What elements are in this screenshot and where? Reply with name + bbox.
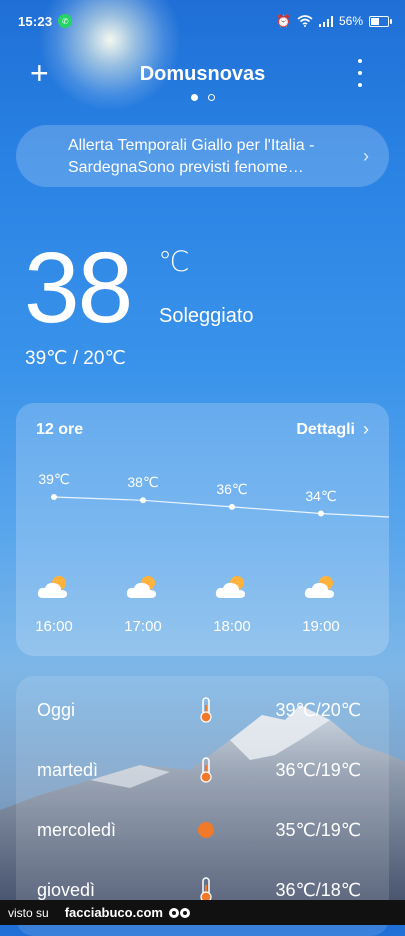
whatsapp-icon: ✆ — [58, 14, 73, 28]
daily-temp-range: 39℃/20℃ — [275, 700, 361, 720]
temperature-unit: ℃ — [158, 246, 190, 277]
daily-temp-range: 36℃/19℃ — [275, 760, 361, 780]
daily-day-name: Oggi — [37, 700, 76, 720]
hourly-forecast-card[interactable]: 12 ore Dettagli › 39℃ 16:00 38℃ 17:00 36℃ 18:… — [16, 403, 389, 656]
partly-cloudy-icon — [37, 576, 67, 598]
watermark-label: visto su — [8, 905, 49, 920]
hourly-time-label: 16:00 — [35, 618, 73, 635]
hourly-temp-point — [51, 494, 57, 500]
alarm-icon: ⏰ — [276, 14, 291, 28]
more-menu-button[interactable] — [357, 59, 363, 87]
daily-row[interactable]: martedì 36℃/19℃ — [16, 756, 389, 786]
city-name: Domusnovas — [139, 63, 266, 85]
hourly-temp-point — [229, 503, 235, 510]
daily-day-name: martedì — [37, 760, 99, 780]
thermometer-icon — [200, 697, 212, 723]
sun-icon — [198, 822, 214, 838]
hourly-temp-label: 38℃ — [127, 474, 159, 491]
daily-temp-range: 36℃/18℃ — [275, 880, 361, 900]
status-bar: 15:23 ✆ ⏰ 56% — [18, 10, 392, 32]
partly-cloudy-icon — [126, 576, 156, 598]
hourly-temp-label: 39℃ — [38, 471, 70, 487]
hourly-temp-point — [140, 497, 146, 504]
daily-temp-range: 35℃/19℃ — [275, 820, 361, 840]
hourly-temp-label: 34℃ — [305, 487, 337, 504]
hourly-time-label: 18:00 — [213, 618, 251, 635]
page-dot-active — [190, 94, 198, 101]
watermark-bar: visto su facciabuco.com — [0, 900, 405, 925]
page-dot-inactive — [207, 94, 215, 101]
daily-day-name: giovedì — [37, 880, 96, 900]
watermark-site: facciabuco.com — [64, 905, 163, 920]
page-indicator — [0, 94, 405, 101]
battery-percent: 56% — [338, 14, 363, 28]
chevron-right-icon: › — [363, 146, 369, 166]
watermark-logo — [168, 907, 190, 918]
hourly-temp-label: 36℃ — [216, 480, 248, 497]
daily-forecast-card[interactable]: Oggi 39℃/20℃ martedì 36℃/19℃ mercoledì 35℃/19… — [16, 676, 389, 936]
current-condition: Soleggiato — [159, 305, 254, 327]
battery-icon — [369, 15, 392, 27]
header: + Domusnovas — [0, 55, 405, 95]
weather-alert-banner[interactable]: Allerta Temporali Giallo per l'Italia - … — [16, 125, 389, 187]
current-temperature: 38 — [24, 232, 133, 344]
wifi-icon — [297, 15, 313, 27]
today-high-low: 39℃ / 20℃ — [25, 348, 126, 369]
alert-text: Allerta Temporali Giallo per l'Italia - … — [68, 137, 315, 176]
partly-cloudy-icon — [304, 576, 334, 598]
hourly-time-label: 19:00 — [302, 618, 340, 635]
partly-cloudy-icon — [215, 576, 245, 598]
signal-icon — [318, 15, 333, 27]
hourly-temp-point — [318, 510, 324, 517]
daily-row[interactable]: Oggi 39℃/20℃ — [16, 696, 389, 726]
daily-day-name: mercoledì — [37, 820, 117, 840]
hourly-time-label: 17:00 — [124, 618, 162, 635]
status-time: 15:23 — [18, 13, 53, 29]
thermometer-icon — [200, 757, 212, 783]
daily-row[interactable]: mercoledì 35℃/19℃ — [16, 816, 389, 846]
